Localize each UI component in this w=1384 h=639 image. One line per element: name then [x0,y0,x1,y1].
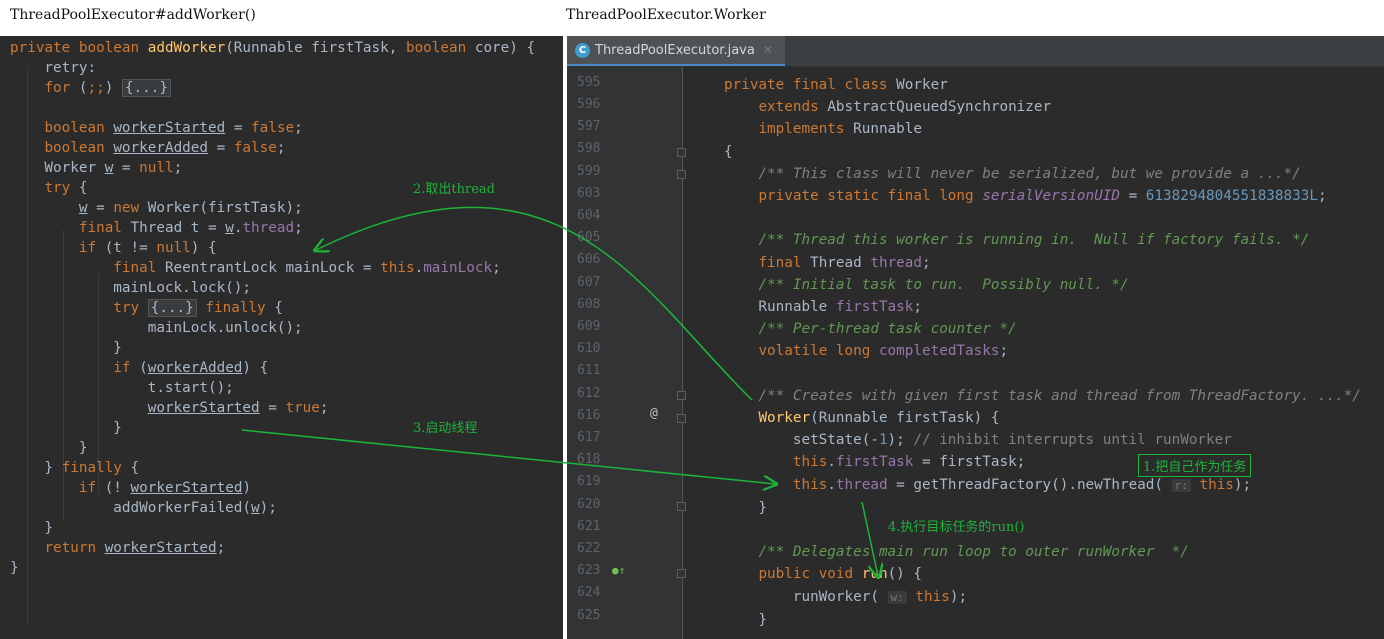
line-number: 605 [577,230,601,245]
inlay-hint: r: [1171,478,1191,492]
line-number: 598 [577,141,601,156]
line-number: 617 [577,430,601,445]
annotation-step4: 4.执行目标任务的run() [888,520,1025,535]
line-number: 623 [577,563,601,578]
line-number: 608 [577,297,601,312]
line-number: 595 [577,75,601,90]
line-number: 624 [577,585,601,600]
fold-toggle-icon[interactable] [677,391,686,400]
fold-toggle-icon[interactable] [677,502,686,511]
ide-editor-panel: C ThreadPoolExecutor.java ✕ 595 596 597 … [567,36,1384,639]
line-number: 610 [577,341,601,356]
code-block-addworker: private boolean addWorker(Runnable first… [10,40,536,576]
line-number: 612 [577,386,601,401]
annotation-step3: 3.启动线程 [413,421,478,436]
editor-tab-bar: C ThreadPoolExecutor.java ✕ [567,36,1384,67]
line-number: 609 [577,319,601,334]
code-block-worker-class: private final class Worker extends Abstr… [724,77,1361,628]
tab-label: ThreadPoolExecutor.java [595,42,755,58]
at-annotation-icon: @ [650,406,658,421]
implements-method-icon[interactable]: ●↑ [612,564,625,577]
line-number: 611 [577,363,601,378]
line-number: 603 [577,186,601,201]
line-number: 607 [577,275,601,290]
addworker-code-panel: private boolean addWorker(Runnable first… [0,36,563,639]
line-number: 618 [577,452,601,467]
fold-toggle-icon[interactable] [677,414,686,423]
line-number: 616 [577,408,601,423]
fold-toggle-icon[interactable] [677,170,686,179]
line-number: 596 [577,97,601,112]
fold-toggle-icon[interactable] [677,148,686,157]
line-number: 621 [577,519,601,534]
line-number: 599 [577,164,601,179]
annotation-step2: 2.取出thread [413,182,495,197]
inlay-hint: w: [887,590,907,604]
annotation-step1: 1.把自己作为任务 [1138,454,1252,477]
tab-threadpoolexecutor-java[interactable]: C ThreadPoolExecutor.java ✕ [567,36,785,66]
close-icon[interactable]: ✕ [763,43,773,57]
line-number: 622 [577,541,601,556]
line-number: 619 [577,474,601,489]
line-number: 597 [577,119,601,134]
line-number: 620 [577,497,601,512]
left-caption: ThreadPoolExecutor#addWorker() [10,7,256,23]
line-number: 604 [577,208,601,223]
right-caption: ThreadPoolExecutor.Worker [566,7,766,23]
line-number: 625 [577,608,601,623]
fold-toggle-icon[interactable] [677,569,686,578]
line-number-gutter: 595 596 597 598 599 603 604 605 606 607 … [567,67,682,639]
line-number: 606 [577,252,601,267]
java-class-icon: C [575,42,590,58]
